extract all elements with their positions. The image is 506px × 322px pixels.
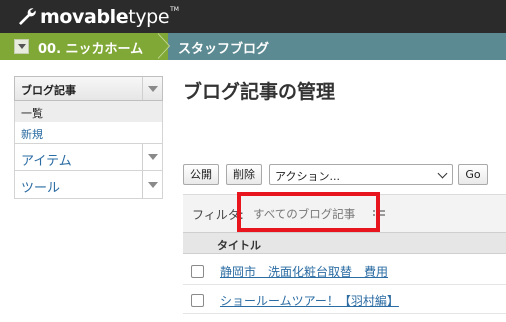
menu-caret[interactable] <box>142 77 162 100</box>
site-switcher-button[interactable] <box>14 39 29 54</box>
menu-section-label: ブログ記事 <box>21 84 76 97</box>
chevron-down-icon <box>437 168 448 178</box>
filter-label: フィルタ: <box>192 208 244 222</box>
filter-bar: フィルタ: すべてのブログ記事 <box>183 194 506 232</box>
brand-name: movabletype <box>40 6 170 28</box>
sidebar-menu: ブログ記事 一覧 新規 アイテム ツール <box>14 76 163 199</box>
trademark-mark: TM <box>170 5 179 13</box>
breadcrumb-blog-label[interactable]: スタッフブログ <box>178 38 269 57</box>
action-bar: 公開 削除 アクション... Go <box>183 163 488 185</box>
action-select[interactable]: アクション... <box>269 163 453 185</box>
column-header-title[interactable]: タイトル <box>217 237 261 253</box>
entry-title-link[interactable]: ショールームツアー！【羽村編】 <box>220 292 399 309</box>
menu-caret[interactable] <box>142 171 162 198</box>
entry-title-link[interactable]: 静岡市 洗面化粧台取替 費用 <box>220 263 388 280</box>
chevron-down-icon <box>147 154 158 160</box>
row-checkbox[interactable] <box>191 294 204 307</box>
filter-select[interactable]: すべてのブログ記事 <box>253 206 355 222</box>
chevron-down-icon <box>147 85 158 92</box>
action-select-value: アクション... <box>275 169 340 183</box>
breadcrumb: 00. ニッカホーム スタッフブログ <box>0 33 506 60</box>
breadcrumb-arrow <box>157 33 169 59</box>
sidebar-item-label: ツール <box>21 181 61 196</box>
table-row: ショールームツアー！【羽村編】 <box>183 286 506 314</box>
publish-button[interactable]: 公開 <box>183 163 219 185</box>
row-checkbox[interactable] <box>191 265 204 278</box>
breadcrumb-site-label[interactable]: 00. ニッカホーム <box>38 38 143 57</box>
delete-button[interactable]: 削除 <box>226 163 262 185</box>
wrench-icon <box>19 8 36 25</box>
menu-section-entries[interactable]: ブログ記事 <box>14 76 163 101</box>
table-row: 静岡市 洗面化粧台取替 費用 <box>183 257 506 285</box>
sidebar-item-tools[interactable]: ツール <box>14 171 163 199</box>
top-brand-bar: movabletype TM <box>0 0 506 33</box>
page-title: ブログ記事の管理 <box>183 81 336 103</box>
go-button[interactable]: Go <box>458 163 488 185</box>
submenu-item-list[interactable]: 一覧 <box>15 101 162 122</box>
table-header: タイトル <box>183 232 506 254</box>
menu-submenu: 一覧 新規 <box>14 101 163 143</box>
chevron-down-icon <box>147 181 158 188</box>
sidebar-item-items[interactable]: アイテム <box>14 143 163 171</box>
menu-caret[interactable] <box>142 144 162 170</box>
sidebar-item-label: アイテム <box>21 154 72 169</box>
filter-menu-icon[interactable] <box>373 209 385 219</box>
chevron-down-icon <box>17 44 26 49</box>
movabletype-logo[interactable]: movabletype TM <box>16 6 179 28</box>
submenu-item-new[interactable]: 新規 <box>15 122 162 143</box>
